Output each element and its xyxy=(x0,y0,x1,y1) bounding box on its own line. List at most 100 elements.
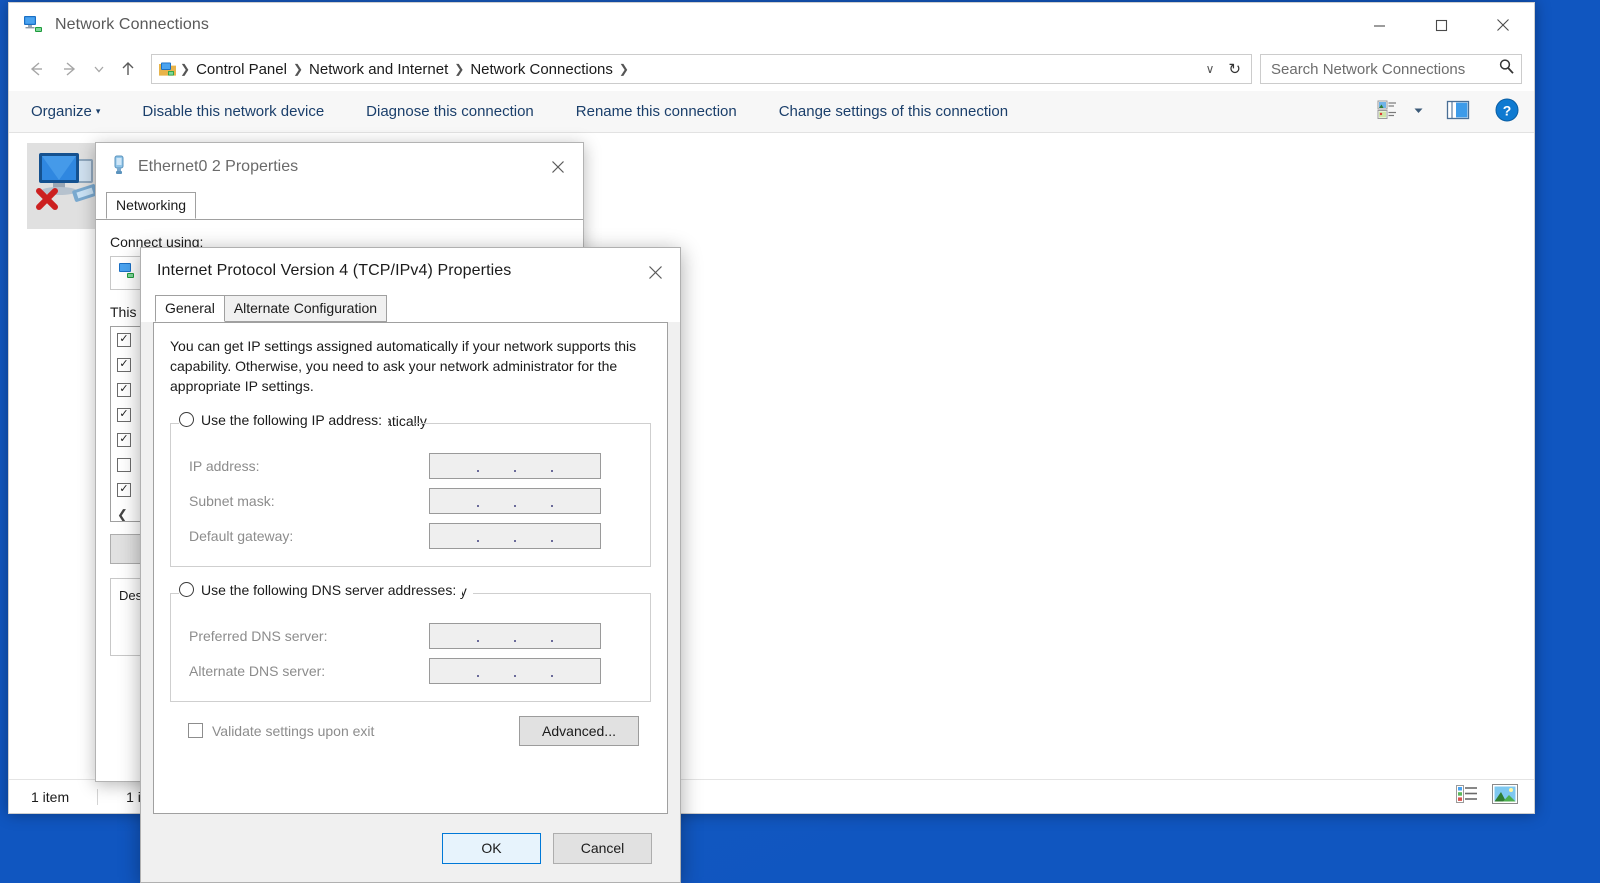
ip-address-label: IP address: xyxy=(189,458,260,475)
default-gateway-row: Default gateway: xyxy=(171,519,650,554)
breadcrumb: ❯ Control Panel ❯ Network and Internet ❯… xyxy=(158,60,1198,79)
network-connections-icon xyxy=(23,14,45,36)
ethernet-dialog-title: Ethernet0 2 Properties xyxy=(138,158,299,175)
diagnose-connection-button[interactable]: Diagnose this connection xyxy=(366,103,534,120)
status-divider xyxy=(97,788,99,805)
default-gateway-input[interactable] xyxy=(429,523,601,550)
tcpip4-dialog-titlebar: Internet Protocol Version 4 (TCP/IPv4) P… xyxy=(141,248,680,293)
tab-alternate-configuration[interactable]: Alternate Configuration xyxy=(223,295,388,322)
window-controls xyxy=(1348,3,1534,47)
breadcrumb-item-network-connections[interactable]: Network Connections xyxy=(465,61,618,78)
tcpip4-general-panel: You can get IP settings assigned automat… xyxy=(153,322,668,814)
tcpip4-panel-bottom-row: Validate settings upon exit Advanced... xyxy=(170,702,651,746)
use-following-ip-label: Use the following IP address: xyxy=(201,411,383,428)
large-icons-view-icon[interactable] xyxy=(1492,784,1518,809)
adapter-icon xyxy=(117,261,137,286)
manual-dns-fieldset: Use the following DNS server addresses: … xyxy=(170,581,651,702)
subnet-mask-label: Subnet mask: xyxy=(189,493,275,510)
use-following-dns-radio[interactable]: Use the following DNS server addresses: xyxy=(179,581,463,598)
alternate-dns-input[interactable] xyxy=(429,658,601,685)
checkbox-icon[interactable] xyxy=(188,723,203,739)
checkbox-icon[interactable]: ✓ xyxy=(117,407,131,422)
tcpip4-tabstrip: General Alternate Configuration xyxy=(141,293,680,322)
validate-settings-label: Validate settings upon exit xyxy=(212,722,375,739)
forward-button[interactable] xyxy=(53,52,87,86)
ethernet-dialog-tabstrip: Networking xyxy=(96,191,583,220)
search-icon[interactable] xyxy=(1498,58,1515,80)
recent-locations-button[interactable] xyxy=(87,52,111,86)
view-dropdown-caret[interactable] xyxy=(1413,103,1424,121)
minimize-button[interactable] xyxy=(1348,3,1410,47)
up-button[interactable] xyxy=(111,52,145,86)
tab-networking[interactable]: Networking xyxy=(106,192,197,219)
explorer-commandbar: Organize ▾ Disable this network device Di… xyxy=(9,91,1534,133)
refresh-icon[interactable]: ↻ xyxy=(1222,60,1247,78)
ethernet-dialog-titlebar: Ethernet0 2 Properties xyxy=(96,143,583,191)
preferred-dns-input[interactable] xyxy=(429,623,601,650)
rename-connection-button[interactable]: Rename this connection xyxy=(576,103,737,120)
breadcrumb-item-network-and-internet[interactable]: Network and Internet xyxy=(304,61,453,78)
checkbox-icon[interactable]: ✓ xyxy=(117,332,131,347)
subnet-mask-input[interactable] xyxy=(429,488,601,515)
breadcrumb-network-icon xyxy=(158,60,177,79)
network-cable-icon xyxy=(110,155,128,180)
validate-settings-checkbox[interactable]: Validate settings upon exit xyxy=(188,723,374,739)
help-icon[interactable]: ? xyxy=(1494,97,1520,128)
preferred-dns-row: Preferred DNS server: xyxy=(171,619,650,654)
explorer-titlebar: Network Connections xyxy=(9,3,1534,47)
tcpip4-description: You can get IP settings assigned automat… xyxy=(170,338,637,394)
checkbox-icon[interactable] xyxy=(117,457,131,472)
preview-pane-icon[interactable] xyxy=(1446,99,1470,126)
tcpip4-close-icon[interactable] xyxy=(630,248,680,296)
chevron-down-icon[interactable]: ∨ xyxy=(1198,62,1223,76)
use-following-dns-label: Use the following DNS server addresses: xyxy=(201,581,457,598)
status-item-count: 1 item xyxy=(31,788,70,805)
search-box[interactable]: Search Network Connections xyxy=(1260,54,1522,84)
alternate-dns-label: Alternate DNS server: xyxy=(189,663,326,680)
checkbox-icon[interactable]: ✓ xyxy=(117,432,131,447)
subnet-mask-row: Subnet mask: xyxy=(171,484,650,519)
radio-icon[interactable] xyxy=(179,582,194,598)
tcpip4-dialog-title: Internet Protocol Version 4 (TCP/IPv4) P… xyxy=(157,261,512,279)
breadcrumb-separator-1: ❯ xyxy=(292,62,304,76)
breadcrumb-separator-2: ❯ xyxy=(454,62,465,76)
change-settings-button[interactable]: Change settings of this connection xyxy=(779,103,1008,120)
ethernet-dialog-close-icon[interactable] xyxy=(533,143,583,191)
organize-label: Organize xyxy=(31,103,92,120)
status-view-buttons xyxy=(1456,784,1518,809)
maximize-button[interactable] xyxy=(1410,3,1472,47)
search-input[interactable]: Search Network Connections xyxy=(1271,61,1498,78)
commandbar-right-icons: ? xyxy=(1377,91,1520,133)
cancel-button[interactable]: Cancel xyxy=(553,832,652,864)
manual-ip-fieldset: Use the following IP address: IP address… xyxy=(170,411,651,567)
breadcrumb-bar[interactable]: ❯ Control Panel ❯ Network and Internet ❯… xyxy=(151,54,1252,84)
breadcrumb-item-control-panel[interactable]: Control Panel xyxy=(191,61,292,78)
checkbox-icon[interactable]: ✓ xyxy=(117,357,131,372)
breadcrumb-separator-3: ❯ xyxy=(618,62,629,76)
explorer-addressbar: ❯ Control Panel ❯ Network and Internet ❯… xyxy=(9,47,1534,91)
details-view-icon[interactable] xyxy=(1456,785,1478,808)
breadcrumb-separator-0: ❯ xyxy=(180,62,191,76)
back-button[interactable] xyxy=(19,52,53,86)
advanced-button[interactable]: Advanced... xyxy=(519,715,639,746)
explorer-title: Network Connections xyxy=(55,16,209,33)
ok-button[interactable]: OK xyxy=(442,832,541,864)
checkbox-icon[interactable]: ✓ xyxy=(117,382,131,397)
svg-text:?: ? xyxy=(1503,102,1512,118)
use-following-ip-radio[interactable]: Use the following IP address: xyxy=(179,411,389,428)
tcpip4-footer: OK Cancel xyxy=(141,814,680,882)
change-view-icon[interactable] xyxy=(1377,99,1399,126)
alternate-dns-row: Alternate DNS server: xyxy=(171,654,650,689)
checkbox-icon[interactable]: ✓ xyxy=(117,482,131,497)
ip-address-row: IP address: xyxy=(171,449,650,484)
organize-button[interactable]: Organize ▾ xyxy=(31,103,100,120)
disable-network-device-button[interactable]: Disable this network device xyxy=(142,103,324,120)
close-button[interactable] xyxy=(1472,3,1534,47)
ip-address-input[interactable] xyxy=(429,453,601,480)
radio-icon[interactable] xyxy=(179,412,194,428)
default-gateway-label: Default gateway: xyxy=(189,528,294,545)
preferred-dns-label: Preferred DNS server: xyxy=(189,628,328,645)
tcpip4-properties-dialog: Internet Protocol Version 4 (TCP/IPv4) P… xyxy=(140,247,681,883)
tab-general[interactable]: General xyxy=(155,295,225,322)
chevron-down-icon: ▾ xyxy=(95,106,101,116)
